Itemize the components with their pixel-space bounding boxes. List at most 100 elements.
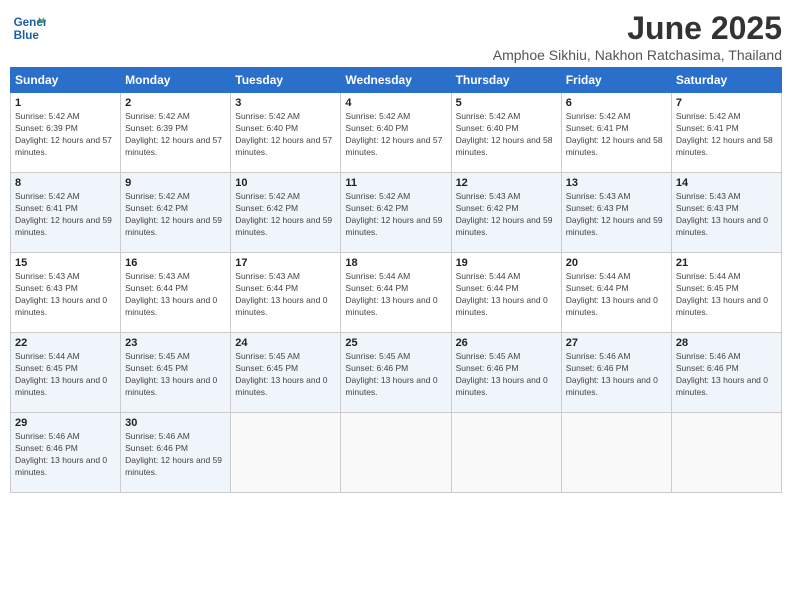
day-number: 14 <box>676 177 777 189</box>
day-info: Sunrise: 5:42 AM Sunset: 6:42 PM Dayligh… <box>235 191 336 239</box>
day-info: Sunrise: 5:44 AM Sunset: 6:45 PM Dayligh… <box>15 351 116 399</box>
day-number: 4 <box>345 97 446 109</box>
day-info: Sunrise: 5:42 AM Sunset: 6:40 PM Dayligh… <box>345 111 446 159</box>
day-info: Sunrise: 5:43 AM Sunset: 6:43 PM Dayligh… <box>566 191 667 239</box>
day-number: 16 <box>125 257 226 269</box>
day-info: Sunrise: 5:46 AM Sunset: 6:46 PM Dayligh… <box>566 351 667 399</box>
day-info: Sunrise: 5:42 AM Sunset: 6:40 PM Dayligh… <box>235 111 336 159</box>
col-header-friday: Friday <box>561 68 671 93</box>
day-info: Sunrise: 5:42 AM Sunset: 6:41 PM Dayligh… <box>676 111 777 159</box>
day-number: 15 <box>15 257 116 269</box>
day-info: Sunrise: 5:43 AM Sunset: 6:43 PM Dayligh… <box>15 271 116 319</box>
calendar-cell: 12 Sunrise: 5:43 AM Sunset: 6:42 PM Dayl… <box>451 173 561 253</box>
day-number: 21 <box>676 257 777 269</box>
calendar-cell: 7 Sunrise: 5:42 AM Sunset: 6:41 PM Dayli… <box>671 93 781 173</box>
subtitle: Amphoe Sikhiu, Nakhon Ratchasima, Thaila… <box>493 47 782 63</box>
day-info: Sunrise: 5:42 AM Sunset: 6:41 PM Dayligh… <box>15 191 116 239</box>
day-number: 23 <box>125 337 226 349</box>
week-row-5: 29 Sunrise: 5:46 AM Sunset: 6:46 PM Dayl… <box>11 413 782 493</box>
calendar-cell: 21 Sunrise: 5:44 AM Sunset: 6:45 PM Dayl… <box>671 253 781 333</box>
calendar-cell: 22 Sunrise: 5:44 AM Sunset: 6:45 PM Dayl… <box>11 333 121 413</box>
calendar-cell: 13 Sunrise: 5:43 AM Sunset: 6:43 PM Dayl… <box>561 173 671 253</box>
day-number: 7 <box>676 97 777 109</box>
day-number: 29 <box>15 417 116 429</box>
main-title: June 2025 <box>493 10 782 47</box>
calendar-cell: 20 Sunrise: 5:44 AM Sunset: 6:44 PM Dayl… <box>561 253 671 333</box>
calendar-cell: 29 Sunrise: 5:46 AM Sunset: 6:46 PM Dayl… <box>11 413 121 493</box>
day-info: Sunrise: 5:45 AM Sunset: 6:46 PM Dayligh… <box>345 351 446 399</box>
day-info: Sunrise: 5:43 AM Sunset: 6:44 PM Dayligh… <box>235 271 336 319</box>
header: General Blue June 2025 Amphoe Sikhiu, Na… <box>10 10 782 63</box>
header-row: SundayMondayTuesdayWednesdayThursdayFrid… <box>11 68 782 93</box>
day-info: Sunrise: 5:42 AM Sunset: 6:42 PM Dayligh… <box>125 191 226 239</box>
day-info: Sunrise: 5:43 AM Sunset: 6:43 PM Dayligh… <box>676 191 777 239</box>
col-header-thursday: Thursday <box>451 68 561 93</box>
calendar-cell: 26 Sunrise: 5:45 AM Sunset: 6:46 PM Dayl… <box>451 333 561 413</box>
day-info: Sunrise: 5:43 AM Sunset: 6:42 PM Dayligh… <box>456 191 557 239</box>
day-info: Sunrise: 5:45 AM Sunset: 6:45 PM Dayligh… <box>125 351 226 399</box>
day-number: 17 <box>235 257 336 269</box>
day-info: Sunrise: 5:45 AM Sunset: 6:45 PM Dayligh… <box>235 351 336 399</box>
calendar-cell: 3 Sunrise: 5:42 AM Sunset: 6:40 PM Dayli… <box>231 93 341 173</box>
svg-text:Blue: Blue <box>14 29 40 42</box>
day-info: Sunrise: 5:43 AM Sunset: 6:44 PM Dayligh… <box>125 271 226 319</box>
calendar-cell: 5 Sunrise: 5:42 AM Sunset: 6:40 PM Dayli… <box>451 93 561 173</box>
day-number: 11 <box>345 177 446 189</box>
col-header-saturday: Saturday <box>671 68 781 93</box>
week-row-2: 8 Sunrise: 5:42 AM Sunset: 6:41 PM Dayli… <box>11 173 782 253</box>
calendar-cell <box>231 413 341 493</box>
calendar-cell: 4 Sunrise: 5:42 AM Sunset: 6:40 PM Dayli… <box>341 93 451 173</box>
col-header-tuesday: Tuesday <box>231 68 341 93</box>
day-info: Sunrise: 5:44 AM Sunset: 6:45 PM Dayligh… <box>676 271 777 319</box>
week-row-1: 1 Sunrise: 5:42 AM Sunset: 6:39 PM Dayli… <box>11 93 782 173</box>
day-info: Sunrise: 5:44 AM Sunset: 6:44 PM Dayligh… <box>345 271 446 319</box>
calendar-cell: 23 Sunrise: 5:45 AM Sunset: 6:45 PM Dayl… <box>121 333 231 413</box>
calendar-cell: 9 Sunrise: 5:42 AM Sunset: 6:42 PM Dayli… <box>121 173 231 253</box>
day-number: 9 <box>125 177 226 189</box>
day-info: Sunrise: 5:42 AM Sunset: 6:42 PM Dayligh… <box>345 191 446 239</box>
day-number: 1 <box>15 97 116 109</box>
day-info: Sunrise: 5:42 AM Sunset: 6:39 PM Dayligh… <box>15 111 116 159</box>
week-row-4: 22 Sunrise: 5:44 AM Sunset: 6:45 PM Dayl… <box>11 333 782 413</box>
day-info: Sunrise: 5:44 AM Sunset: 6:44 PM Dayligh… <box>566 271 667 319</box>
calendar-cell: 19 Sunrise: 5:44 AM Sunset: 6:44 PM Dayl… <box>451 253 561 333</box>
calendar-cell <box>341 413 451 493</box>
col-header-sunday: Sunday <box>11 68 121 93</box>
day-number: 27 <box>566 337 667 349</box>
day-number: 20 <box>566 257 667 269</box>
calendar-cell: 6 Sunrise: 5:42 AM Sunset: 6:41 PM Dayli… <box>561 93 671 173</box>
title-block: June 2025 Amphoe Sikhiu, Nakhon Ratchasi… <box>493 10 782 63</box>
calendar-cell: 8 Sunrise: 5:42 AM Sunset: 6:41 PM Dayli… <box>11 173 121 253</box>
calendar-cell: 10 Sunrise: 5:42 AM Sunset: 6:42 PM Dayl… <box>231 173 341 253</box>
calendar-cell: 17 Sunrise: 5:43 AM Sunset: 6:44 PM Dayl… <box>231 253 341 333</box>
day-number: 8 <box>15 177 116 189</box>
calendar-cell: 27 Sunrise: 5:46 AM Sunset: 6:46 PM Dayl… <box>561 333 671 413</box>
calendar-cell: 14 Sunrise: 5:43 AM Sunset: 6:43 PM Dayl… <box>671 173 781 253</box>
day-number: 28 <box>676 337 777 349</box>
day-number: 19 <box>456 257 557 269</box>
logo-icon: General Blue <box>10 10 46 46</box>
day-number: 30 <box>125 417 226 429</box>
calendar-cell <box>561 413 671 493</box>
svg-text:General: General <box>14 16 46 29</box>
day-number: 13 <box>566 177 667 189</box>
calendar-cell: 16 Sunrise: 5:43 AM Sunset: 6:44 PM Dayl… <box>121 253 231 333</box>
day-number: 22 <box>15 337 116 349</box>
calendar-cell <box>671 413 781 493</box>
day-number: 6 <box>566 97 667 109</box>
calendar-cell: 11 Sunrise: 5:42 AM Sunset: 6:42 PM Dayl… <box>341 173 451 253</box>
calendar-cell: 25 Sunrise: 5:45 AM Sunset: 6:46 PM Dayl… <box>341 333 451 413</box>
calendar-cell <box>451 413 561 493</box>
day-number: 26 <box>456 337 557 349</box>
day-number: 12 <box>456 177 557 189</box>
day-number: 10 <box>235 177 336 189</box>
calendar-cell: 2 Sunrise: 5:42 AM Sunset: 6:39 PM Dayli… <box>121 93 231 173</box>
day-number: 24 <box>235 337 336 349</box>
day-info: Sunrise: 5:42 AM Sunset: 6:41 PM Dayligh… <box>566 111 667 159</box>
day-info: Sunrise: 5:44 AM Sunset: 6:44 PM Dayligh… <box>456 271 557 319</box>
day-number: 2 <box>125 97 226 109</box>
calendar-cell: 18 Sunrise: 5:44 AM Sunset: 6:44 PM Dayl… <box>341 253 451 333</box>
calendar-cell: 30 Sunrise: 5:46 AM Sunset: 6:46 PM Dayl… <box>121 413 231 493</box>
day-info: Sunrise: 5:45 AM Sunset: 6:46 PM Dayligh… <box>456 351 557 399</box>
day-info: Sunrise: 5:46 AM Sunset: 6:46 PM Dayligh… <box>15 431 116 479</box>
